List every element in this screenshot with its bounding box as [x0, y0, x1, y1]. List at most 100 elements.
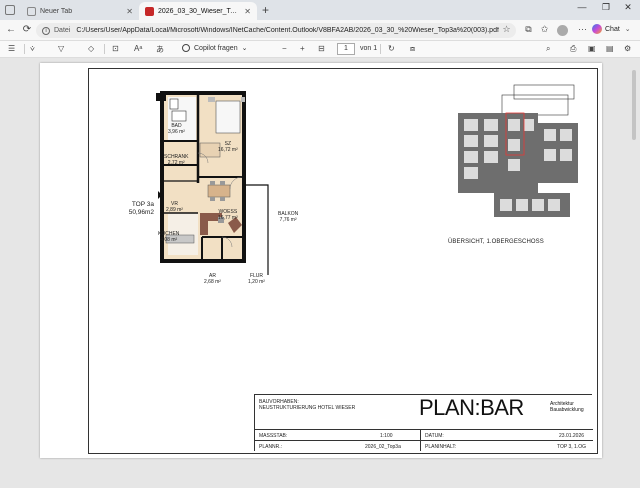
bathtub [171, 110, 187, 122]
chevron-down-icon: ⌄ [241, 45, 248, 52]
highlight-icon[interactable]: ⩒ [30, 44, 35, 54]
zoom-in-button[interactable]: + [300, 44, 305, 53]
favorites-icon[interactable]: ✩ [538, 24, 551, 35]
wardrobe [199, 142, 221, 158]
minimize-button[interactable]: — [572, 2, 592, 12]
room-label-flur: FLUR 1,20 m² [248, 273, 265, 285]
tab-label: 2026_03_30_Wieser_Top3a (003).pdf [158, 7, 241, 15]
tab-new-tab[interactable]: Neuer Tab ✕ [21, 2, 139, 20]
copilot-ask-button[interactable]: Copilot fragen ⌄ [182, 44, 247, 52]
balcony-railing [244, 184, 269, 275]
copilot-icon [592, 24, 602, 34]
company-logo: PLAN:BAR [419, 395, 524, 420]
copilot-icon [182, 44, 190, 52]
room-label-vr: VR 2,89 m² [166, 201, 183, 213]
two-page-icon[interactable]: ⧈ [410, 44, 415, 54]
document-viewer[interactable]: BAD 3,96 m² SZ 16,72 m² SCHRANK 2,72 m² VR 2… [0, 58, 640, 488]
new-tab-button[interactable]: + [262, 3, 269, 17]
divider [380, 44, 381, 54]
copilot-ask-label: Copilot fragen [194, 44, 238, 52]
room-label-bad: BAD 3,96 m² [168, 123, 185, 135]
tab-label: Neuer Tab [40, 7, 73, 15]
read-aloud-icon[interactable]: Aᵃ [134, 44, 142, 53]
toilet [169, 98, 179, 110]
save-icon[interactable]: ▣ [588, 44, 596, 53]
chevron-down-icon: ⌄ [624, 26, 631, 33]
overview-keyplan [458, 84, 578, 217]
chair [210, 181, 215, 185]
address-input[interactable]: i Datei C:/Users/User/AppData/Local/Micr… [36, 23, 516, 38]
address-url: C:/Users/User/AppData/Local/Microsoft/Wi… [76, 27, 499, 34]
unit-label: TOP 3a 50,96m2 [128, 201, 154, 216]
tab-strip: Neuer Tab ✕ 2026_03_30_Wieser_Top3a (003… [0, 0, 640, 20]
date-value: 23.01.2026 [559, 433, 585, 439]
tab-pdf[interactable]: 2026_03_30_Wieser_Top3a (003).pdf ✕ [139, 2, 257, 20]
info-icon[interactable]: i [42, 26, 50, 35]
address-bar-row: ← ⟳ i Datei C:/Users/User/AppData/Local/… [0, 20, 640, 41]
scale-value: 1:100 [380, 433, 393, 439]
reload-button[interactable]: ⟳ [20, 24, 34, 35]
page-number-input[interactable]: 1 [337, 43, 355, 55]
page-icon [27, 6, 36, 16]
plan-no-label: PLANNR.: [259, 444, 283, 450]
maximize-button[interactable]: ❐ [596, 2, 616, 13]
pdf-toolbar: ☰ ⩒ ▽ ◇ ⊡ Aᵃ あ Copilot fragen ⌄ − + ⊟ 1 … [0, 41, 640, 58]
room-label-woess: WOESS 16,77 m² [218, 209, 238, 221]
scale-label: MASSSTAB: [259, 433, 288, 439]
title-row-scale-date: MASSSTAB: 1:100 DATUM: 23.01.2026 [255, 429, 593, 440]
tab-actions-icon[interactable] [5, 5, 15, 15]
floor-plan-drawing [156, 91, 269, 275]
chair [220, 181, 225, 185]
wall-stub [156, 93, 166, 101]
save-as-icon[interactable]: ▤ [606, 44, 614, 53]
title-block: BAUVORHABEN: NEUSTRUKTURIERUNG HOTEL WIE… [254, 394, 593, 451]
window-close-button[interactable]: ✕ [618, 2, 638, 13]
print-icon[interactable]: ⎙ [570, 44, 576, 54]
rotate-icon[interactable]: ↻ [388, 44, 395, 53]
vertical-scrollbar[interactable] [632, 70, 636, 140]
chat-label: Chat [605, 25, 620, 33]
date-label: DATUM: [425, 433, 444, 439]
chair [210, 197, 215, 201]
nightstand [241, 97, 245, 102]
bed [215, 100, 241, 134]
contents-icon[interactable]: ☰ [8, 44, 15, 53]
divider [24, 44, 25, 54]
room-label-balkon: BALKON 7,76 m² [278, 211, 299, 223]
divider [104, 44, 105, 54]
address-prefix: Datei [54, 27, 71, 34]
room-label-schrank: SCHRANK 2,72 m² [164, 154, 189, 166]
text-box-icon[interactable]: ⊡ [112, 44, 119, 53]
room-label-kochen: KOCHEN 4,08 m² [158, 231, 180, 243]
translate-icon[interactable]: あ [156, 44, 164, 55]
keyplan-outline [513, 84, 575, 100]
search-icon[interactable]: ⌕ [546, 44, 550, 54]
avatar[interactable] [557, 25, 568, 36]
plan-no-value: 2026_02_Top3a [365, 444, 401, 450]
pdf-page: BAD 3,96 m² SZ 16,72 m² SCHRANK 2,72 m² VR 2… [40, 63, 602, 458]
chat-button[interactable]: Chat ⌄ [592, 24, 631, 34]
more-icon[interactable]: ··· [576, 24, 589, 34]
company-subtitle: Architektur Bauabwicklung [550, 401, 584, 413]
nightstand [208, 97, 215, 102]
room-label-sz: SZ 16,72 m² [218, 141, 238, 153]
settings-icon[interactable]: ⚙ [624, 44, 631, 53]
pdf-icon [145, 6, 154, 16]
close-icon[interactable]: ✕ [126, 7, 133, 16]
favorite-star-icon[interactable]: ☆ [500, 24, 513, 35]
page-count: von 1 [360, 45, 378, 52]
client-label: BAUVORHABEN: NEUSTRUKTURIERUNG HOTEL WIE… [259, 399, 356, 411]
content-value: TOP 3, 1.OG [557, 444, 586, 450]
title-row-plan: PLANNR.: 2026_02_Top3a PLANINHALT: TOP 3… [255, 440, 593, 451]
close-icon[interactable]: ✕ [244, 7, 251, 16]
eraser-icon[interactable]: ◇ [88, 44, 94, 53]
extensions-icon[interactable]: ⧉ [522, 24, 535, 35]
back-button[interactable]: ← [4, 24, 18, 35]
draw-icon[interactable]: ▽ [58, 44, 64, 53]
fit-page-icon[interactable]: ⊟ [318, 44, 325, 53]
keyplan-outline [501, 94, 569, 116]
zoom-out-button[interactable]: − [282, 44, 287, 53]
dining-table [207, 184, 231, 198]
chair [220, 197, 225, 201]
content-label: PLANINHALT: [425, 444, 457, 450]
